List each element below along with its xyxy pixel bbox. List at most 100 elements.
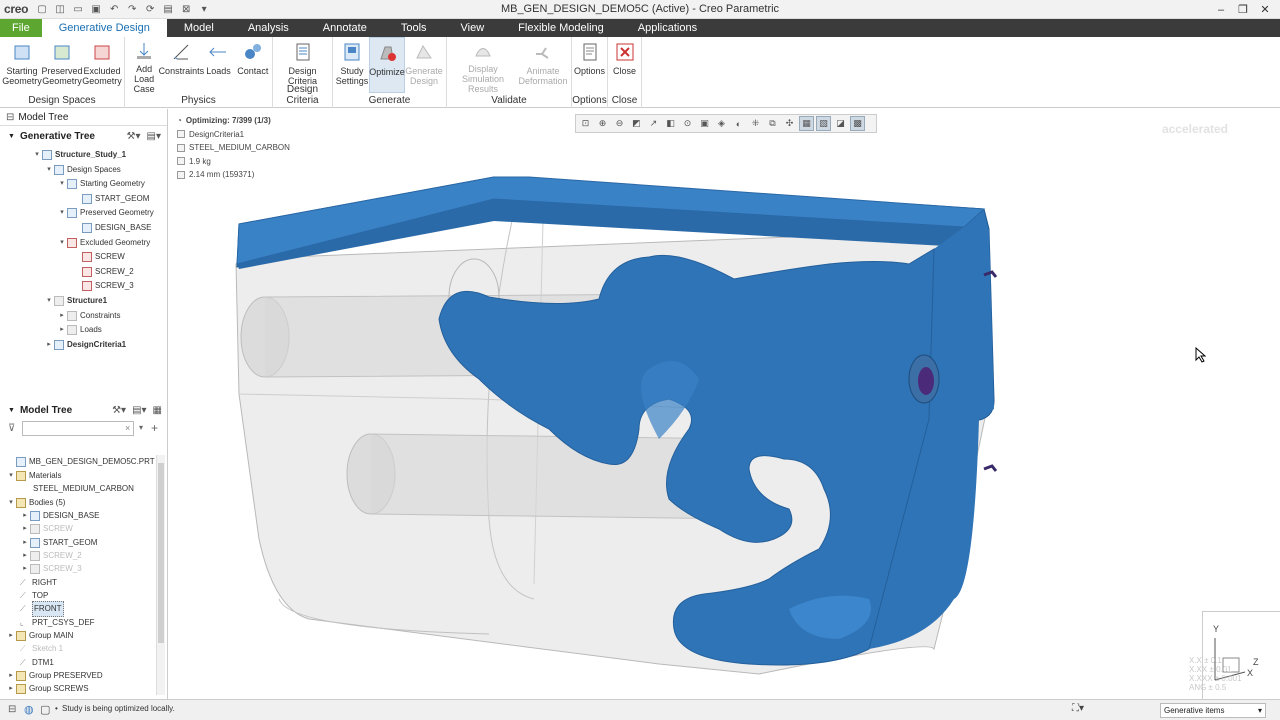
display-mode-1-icon[interactable]: ▦ [799,116,814,131]
annotation-display-icon[interactable]: ⧉ [765,116,780,131]
datum-display-icon[interactable]: ⁜ [748,116,763,131]
fullscreen-icon[interactable]: ▢ [40,703,50,716]
display-mode-2-icon[interactable]: ▧ [816,116,831,131]
options-button[interactable]: Options [574,37,605,93]
open-icon[interactable]: ◫ [52,2,68,16]
preserved-geometry-button[interactable]: Preserved Geometry [41,37,83,93]
tree-node[interactable]: ▸ Constraints [57,309,120,323]
close-icon[interactable]: ✕ [1254,0,1276,19]
tree-search-input[interactable] [22,421,134,436]
generate-design-button[interactable]: Generate Design [405,37,443,93]
loads-button[interactable]: Loads [201,37,235,93]
tree-node[interactable]: ▾ Structure_Study_1 [32,148,126,162]
graphics-window[interactable]: ◔ Optimizing: 7/399 (1/3) DesignCriteria1… [169,109,1280,699]
spin-center-icon[interactable]: ✣ [782,116,797,131]
new-icon[interactable]: ▢ [34,2,50,16]
tree-node[interactable]: ▸ Loads [57,323,102,337]
tree-node[interactable]: SCREW_3 [72,279,134,293]
constraints-button[interactable]: Constraints [159,37,204,93]
tree-node[interactable]: ⟋ RIGHT [20,576,57,590]
panel-tab-model-tree[interactable]: Model Tree [18,112,68,123]
undo-icon[interactable]: ↶ [106,2,122,16]
view-manager-icon[interactable]: ▣ [697,116,712,131]
tree-node[interactable]: ▸ DESIGN_BASE [20,509,99,523]
optimize-button[interactable]: Optimize [369,37,405,93]
display-style-icon[interactable]: ◧ [663,116,678,131]
tab-model[interactable]: Model [167,19,231,37]
tree-node[interactable]: ▸ SCREW_3 [20,562,82,576]
tab-generative-design[interactable]: Generative Design [41,19,167,37]
close-button[interactable]: Close [610,37,639,93]
tree-settings-icon[interactable]: ▤▾ [132,405,146,416]
repaint-icon[interactable]: ◩ [629,116,644,131]
section-icon[interactable]: ◐ [731,116,746,131]
tree-node[interactable]: ▾ Materials [6,469,61,483]
tree-settings-icon[interactable]: ▤▾ [147,131,161,142]
generative-model-view[interactable] [229,169,1009,679]
tab-flexible-modeling[interactable]: Flexible Modeling [501,19,621,37]
excluded-geometry-button[interactable]: Excluded Geometry [82,37,122,93]
saved-orientations-icon[interactable]: ⊙ [680,116,695,131]
minimize-icon[interactable]: – [1210,0,1232,19]
tree-scrollbar[interactable] [156,455,165,695]
tree-node[interactable]: SCREW [72,250,125,264]
starting-geometry-button[interactable]: Starting Geometry [2,37,42,93]
tree-node[interactable]: ▸ START_GEOM [20,536,97,550]
tab-view[interactable]: View [444,19,502,37]
tree-node[interactable]: ▾ Bodies (5) [6,496,65,510]
animate-deformation-button[interactable]: Animate Deformation [517,37,569,93]
tree-node[interactable]: ⟋ Sketch 1 [20,642,63,656]
tree-node[interactable]: STEEL_MEDIUM_CARBON [33,482,134,496]
study-settings-button[interactable]: Study Settings [335,37,369,93]
contact-button[interactable]: Contact [236,37,270,93]
collapse-chevron-icon[interactable]: ▼ [8,133,15,140]
search-clear-icon[interactable]: × [125,423,130,433]
refit-icon[interactable]: ⊡ [578,116,593,131]
tree-node[interactable]: ▸ Group SCREWS [6,682,89,696]
customize-chevron-icon[interactable]: ▾ [196,2,212,16]
tree-node[interactable]: SCREW_2 [72,265,134,279]
display-mode-4-icon[interactable]: ▩ [850,116,865,131]
tree-node[interactable]: START_GEOM [72,192,149,206]
redo-icon[interactable]: ↷ [124,2,140,16]
close-window-icon[interactable]: ⊠ [178,2,194,16]
display-mode-3-icon[interactable]: ◪ [833,116,848,131]
tree-node[interactable]: ▾ Starting Geometry [57,177,145,191]
add-load-case-button[interactable]: Add Load Case [127,37,161,94]
tab-applications[interactable]: Applications [621,19,714,37]
folder-icon[interactable]: ▭ [70,2,86,16]
tree-node[interactable]: ▾ Preserved Geometry [57,206,154,220]
windows-icon[interactable]: ▤ [160,2,176,16]
tab-file[interactable]: File [0,19,42,37]
tree-node[interactable]: ⟋ FRONT [20,601,64,617]
binoculars-icon[interactable]: ⛶▾ [1072,703,1084,714]
tree-columns-icon[interactable]: ▦ [153,405,162,416]
tree-node[interactable]: MB_GEN_DESIGN_DEMO5C.PRT [6,455,155,469]
tree-node[interactable]: DESIGN_BASE [72,221,151,235]
tree-node[interactable]: ▸ SCREW_2 [20,549,82,563]
tree-node[interactable]: ▸ SCREW [20,522,73,536]
save-icon[interactable]: ▣ [88,2,104,16]
tab-analysis[interactable]: Analysis [231,19,306,37]
tree-node[interactable]: ⟋ DTM1 [20,656,54,670]
tree-node[interactable]: ⌞ PRT_CSYS_DEF [20,616,95,630]
selection-filter-select[interactable]: Generative items ▾ [1160,703,1266,718]
restore-icon[interactable]: ❐ [1232,0,1254,19]
display-simulation-results-button[interactable]: Display Simulation Results [449,37,517,94]
add-icon[interactable]: + [151,421,158,435]
collapse-chevron-icon[interactable]: ▼ [8,407,15,414]
tree-filter-icon[interactable]: ⚒▾ [112,405,126,416]
tree-node[interactable]: ▾ Design Spaces [44,163,121,177]
tab-annotate[interactable]: Annotate [306,19,384,37]
zoom-in-icon[interactable]: ⊕ [595,116,610,131]
search-dropdown-icon[interactable]: ▾ [139,423,143,432]
tree-node[interactable]: ▸ Group MAIN [6,629,73,643]
zoom-out-icon[interactable]: ⊖ [612,116,627,131]
perspective-icon[interactable]: ◈ [714,116,729,131]
tab-tools[interactable]: Tools [384,19,444,37]
tree-node[interactable]: ▾ Structure1 [44,294,107,308]
tree-node[interactable]: ▸ DesignCriteria1 [44,338,126,352]
browser-icon[interactable]: ◍ [24,703,34,716]
tree-node[interactable]: ▸ Group PRESERVED [6,669,103,683]
tree-filter-icon[interactable]: ⚒▾ [127,131,141,142]
